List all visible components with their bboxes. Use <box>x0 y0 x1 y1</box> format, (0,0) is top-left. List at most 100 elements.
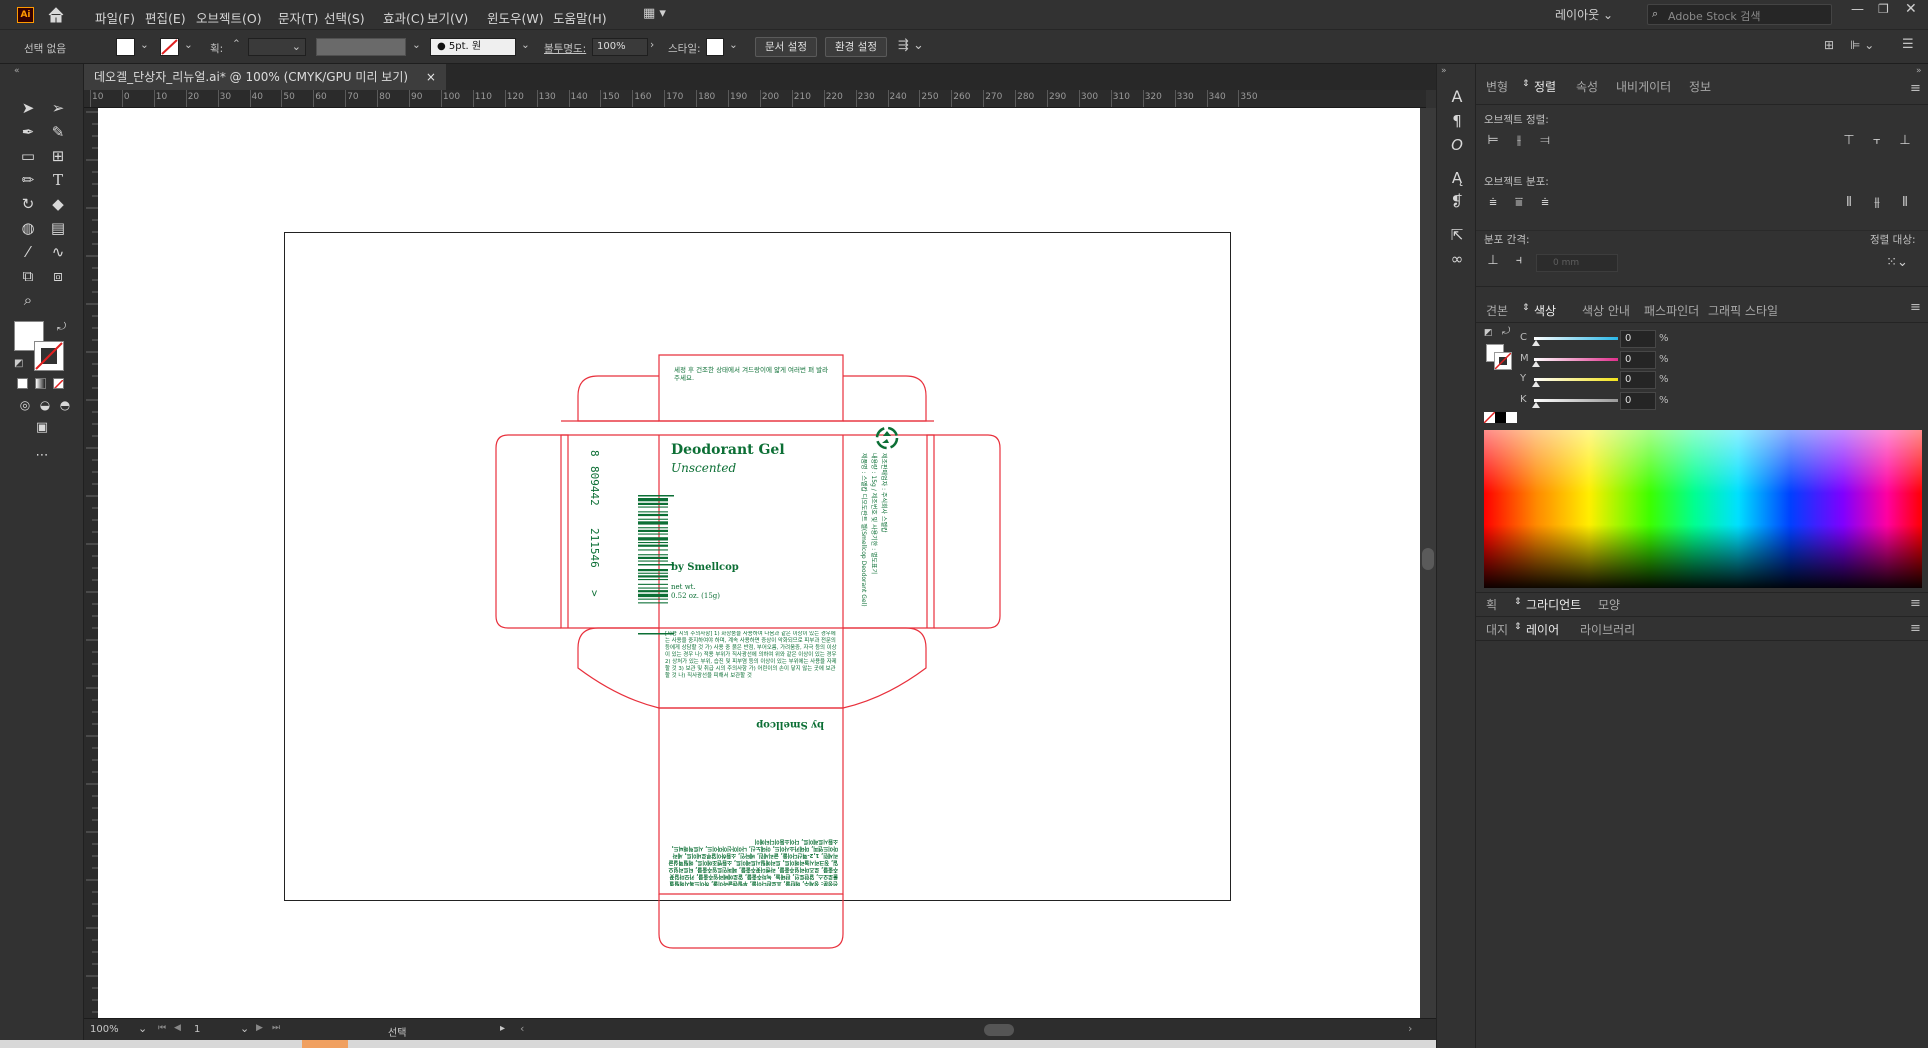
menu-item[interactable]: 문자(T) <box>278 8 318 27</box>
home-icon[interactable] <box>46 5 66 25</box>
panel-tab[interactable]: 레이어 <box>1526 621 1559 638</box>
stroke-swatch[interactable] <box>160 38 179 56</box>
color-panel-stroke-swatch[interactable] <box>1494 352 1512 370</box>
chevron-down-icon[interactable]: ⌄ <box>184 39 193 51</box>
chevron-right-icon[interactable]: ▸ <box>500 1023 505 1034</box>
curvature-tool-icon[interactable]: ✎ <box>47 121 69 143</box>
collapse-icon[interactable]: « <box>14 66 20 76</box>
panel-tab[interactable]: 라이브러리 <box>1580 621 1635 638</box>
menu-item[interactable]: 선택(S) <box>324 8 365 27</box>
distribute-bottom-icon[interactable]: ⩧ <box>1536 194 1554 212</box>
opentype-panel-icon[interactable]: O <box>1446 134 1468 156</box>
preferences-button[interactable]: 환경 설정 <box>825 37 887 57</box>
table-tool-icon[interactable]: ⊞ <box>47 145 69 167</box>
chevron-down-icon[interactable]: ⌄ <box>140 39 149 51</box>
export-icon[interactable]: ⇱ <box>1446 224 1468 246</box>
chevron-down-icon[interactable]: ⌄ <box>240 1022 249 1035</box>
gradient-tool-icon[interactable]: ▤ <box>47 217 69 239</box>
slider-thumb[interactable] <box>1532 381 1540 387</box>
artboard-number[interactable]: 1 <box>194 1024 200 1035</box>
panel-tab[interactable]: 견본 <box>1486 302 1508 319</box>
white-swatch[interactable] <box>1506 412 1517 423</box>
symbol-sprayer-tool-icon[interactable]: ⧉ <box>17 265 39 287</box>
panel-tab[interactable]: 변형 <box>1486 78 1508 95</box>
chevron-down-icon[interactable]: ⌄ <box>729 39 738 51</box>
next-artboard-icon[interactable]: ▶ <box>256 1023 263 1033</box>
menu-item[interactable]: 보기(V) <box>427 8 468 27</box>
menu-item[interactable]: 도움말(H) <box>553 8 607 27</box>
close-icon[interactable]: ✕ <box>1905 1 1917 17</box>
black-swatch[interactable] <box>1495 412 1506 423</box>
selection-tool-icon[interactable]: ➤ <box>17 97 39 119</box>
stock-search-field[interactable]: ⌕ Adobe Stock 검색 <box>1647 4 1832 25</box>
style-swatch[interactable] <box>706 38 724 56</box>
zoom-level[interactable]: 100% <box>90 1024 119 1035</box>
panel-tab[interactable]: 정렬 <box>1534 78 1556 95</box>
menu-item[interactable]: 효과(C) <box>383 8 424 27</box>
chevron-right-icon[interactable]: › <box>650 39 654 51</box>
stepper-icon[interactable]: ⌃ <box>232 38 241 50</box>
blend-tool-icon[interactable]: ∿ <box>47 241 69 263</box>
channel-value-field[interactable]: 0 <box>1620 330 1656 348</box>
align-icon[interactable]: ⊫ ⌄ <box>1850 38 1874 52</box>
panel-menu-icon[interactable]: ≡ <box>1910 300 1921 315</box>
distribute-horizontal-center-icon[interactable]: ⫵ <box>1868 194 1886 212</box>
paragraph-styles-icon[interactable]: ❡ <box>1446 190 1468 212</box>
scroll-thumb[interactable] <box>1422 548 1434 570</box>
links-icon[interactable]: ∞ <box>1446 248 1468 270</box>
direct-selection-tool-icon[interactable]: ➢ <box>47 97 69 119</box>
slider-thumb[interactable] <box>1532 401 1540 408</box>
menu-icon[interactable]: ☰ <box>1902 37 1914 52</box>
panel-tab[interactable]: 획 <box>1486 596 1497 613</box>
panel-tab[interactable]: 색상 <box>1534 302 1556 319</box>
draw-behind-icon[interactable]: ◒ <box>34 394 56 416</box>
panel-menu-icon[interactable]: ≡ <box>1910 596 1921 611</box>
character-styles-icon[interactable]: Ą <box>1446 167 1468 189</box>
panel-tab[interactable]: 속성 <box>1576 78 1598 95</box>
distribute-right-icon[interactable]: ⫴ <box>1896 194 1914 212</box>
none-swatch[interactable] <box>1484 412 1495 423</box>
menu-item[interactable]: 오브젝트(O) <box>196 8 262 27</box>
channel-value-field[interactable]: 0 <box>1620 391 1656 410</box>
brush-definition[interactable]: ● 5pt. 원 <box>430 38 516 56</box>
align-right-icon[interactable]: ⫤ <box>1536 132 1554 150</box>
color-mode-icon[interactable] <box>17 378 28 389</box>
artboard-tool-icon[interactable]: ⧈ <box>47 265 69 287</box>
distribute-top-icon[interactable]: ⩧ <box>1484 194 1502 212</box>
arrange-icon[interactable]: ⇶ ⌄ <box>898 38 924 53</box>
scroll-right-icon[interactable]: › <box>1408 1022 1412 1035</box>
menu-item[interactable]: 파일(F) <box>95 8 135 27</box>
align-top-icon[interactable]: ⊤ <box>1840 132 1858 150</box>
opacity-field[interactable]: 100% <box>592 38 648 56</box>
shape-builder-tool-icon[interactable]: ◍ <box>17 217 39 239</box>
rectangle-tool-icon[interactable]: ▭ <box>17 145 39 167</box>
panel-tab[interactable]: 그라디언트 <box>1526 596 1581 613</box>
panel-tab[interactable]: 대지 <box>1486 621 1508 638</box>
panel-menu-icon[interactable]: ≡ <box>1910 621 1921 636</box>
arrange-documents-icon[interactable]: ▦ ▾ <box>643 6 671 24</box>
gradient-mode-icon[interactable] <box>35 378 46 389</box>
pen-tool-icon[interactable]: ✒ <box>17 121 39 143</box>
stroke-color-swatch[interactable] <box>34 341 64 371</box>
panel-tab[interactable]: 색상 안내 <box>1582 302 1630 319</box>
vertical-scrollbar[interactable] <box>1420 108 1436 1018</box>
distribute-vertical-center-icon[interactable]: ⩸ <box>1510 194 1528 212</box>
zoom-tool-icon[interactable]: ⌕ <box>17 289 39 311</box>
panel-tab[interactable]: 모양 <box>1598 596 1620 613</box>
align-bottom-icon[interactable]: ⊥ <box>1896 132 1914 150</box>
dieline-artwork[interactable]: 세정 후 건조한 상태에서 겨드랑이에 얇게 여러번 펴 발라주세요. Deod… <box>98 108 1420 1018</box>
collapse-icon[interactable]: » <box>1441 66 1447 76</box>
stroke-weight-field[interactable]: ⌄ <box>248 38 306 56</box>
panel-menu-icon[interactable]: ≡ <box>1910 81 1921 96</box>
swap-colors-icon[interactable]: ⤾ <box>57 320 66 334</box>
channel-slider[interactable] <box>1534 398 1618 402</box>
channel-slider[interactable] <box>1534 357 1618 361</box>
last-artboard-icon[interactable]: ⏭ <box>272 1023 280 1033</box>
character-panel-icon[interactable]: A <box>1446 86 1468 108</box>
type-tool-icon[interactable]: T <box>47 169 69 191</box>
slider-thumb[interactable] <box>1532 360 1540 367</box>
swap-fill-stroke-icon[interactable]: ⤾ <box>1502 326 1510 337</box>
align-left-icon[interactable]: ⊨ <box>1484 132 1502 150</box>
first-artboard-icon[interactable]: ⏮ <box>158 1023 166 1033</box>
channel-value-field[interactable]: 0 <box>1620 371 1656 389</box>
